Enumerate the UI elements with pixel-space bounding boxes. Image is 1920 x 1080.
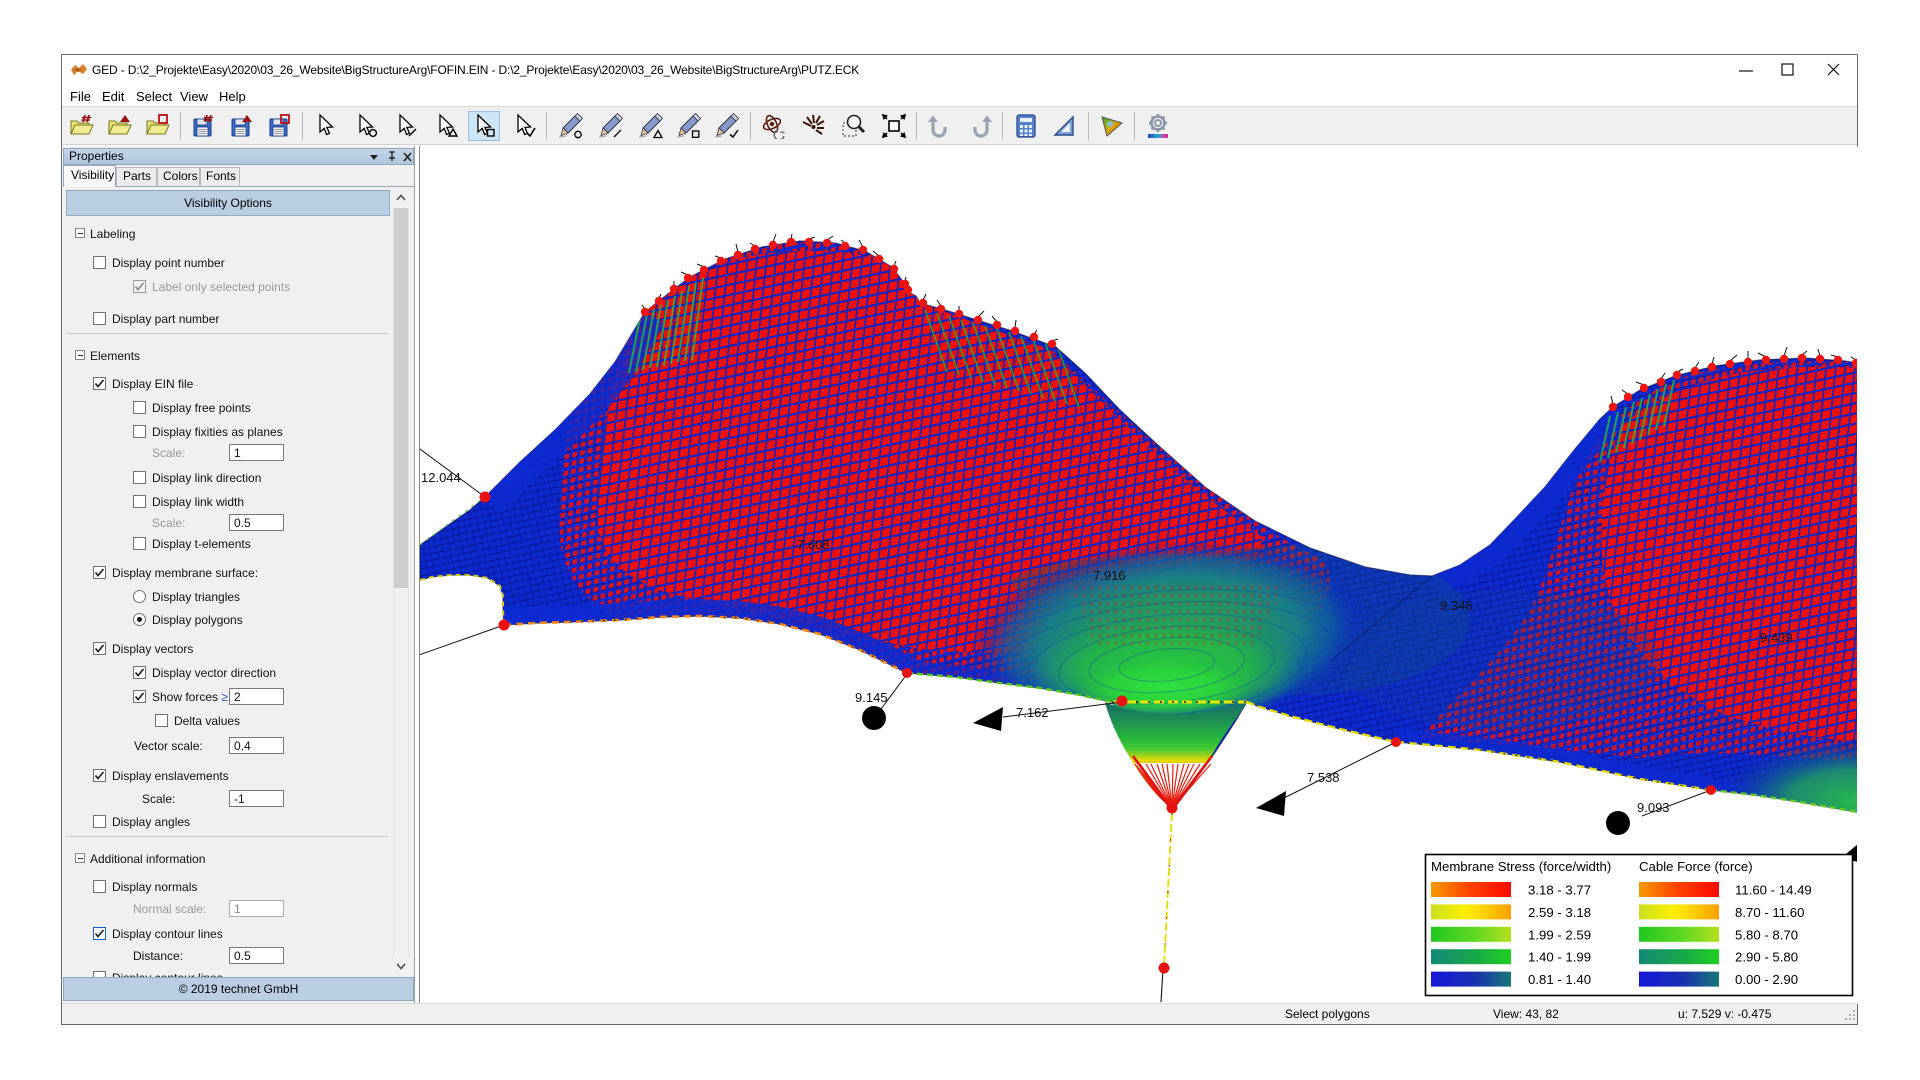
svg-text:7.538: 7.538: [1307, 770, 1340, 785]
svg-text:9.439: 9.439: [1760, 630, 1793, 645]
svg-text:3.18 - 3.77: 3.18 - 3.77: [1528, 883, 1591, 898]
svg-text:7.608: 7.608: [797, 537, 830, 552]
svg-text:9.093: 9.093: [1637, 800, 1670, 815]
svg-text:Membrane Stress (force/width): Membrane Stress (force/width): [1431, 859, 1611, 874]
svg-text:0.00 - 2.90: 0.00 - 2.90: [1735, 972, 1798, 987]
svg-text:11.60 - 14.49: 11.60 - 14.49: [1735, 883, 1812, 898]
svg-text:12.044: 12.044: [421, 470, 461, 485]
svg-text:9.145: 9.145: [855, 690, 888, 705]
svg-text:0.81 - 1.40: 0.81 - 1.40: [1528, 972, 1591, 987]
svg-text:7.916: 7.916: [1093, 568, 1126, 583]
svg-text:Cable Force (force): Cable Force (force): [1639, 859, 1753, 874]
svg-text:7.162: 7.162: [1016, 705, 1049, 720]
svg-text:5.80 - 8.70: 5.80 - 8.70: [1735, 927, 1798, 942]
svg-text:1.40 - 1.99: 1.40 - 1.99: [1528, 950, 1591, 965]
svg-text:9.346: 9.346: [1440, 598, 1473, 613]
svg-text:8.70 - 11.60: 8.70 - 11.60: [1735, 905, 1804, 920]
svg-text:1.99 - 2.59: 1.99 - 2.59: [1528, 927, 1591, 942]
svg-text:2.59 - 3.18: 2.59 - 3.18: [1528, 905, 1591, 920]
svg-text:2.90 - 5.80: 2.90 - 5.80: [1735, 950, 1798, 965]
